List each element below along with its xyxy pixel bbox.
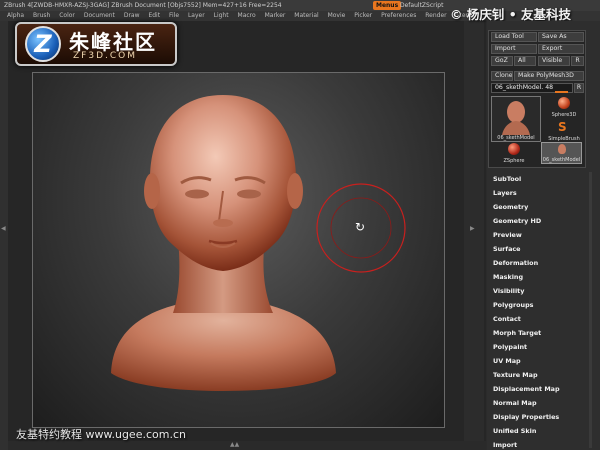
- menu-document[interactable]: Document: [84, 11, 115, 21]
- menu-normal-map[interactable]: Normal Map: [493, 396, 593, 410]
- default-script-label[interactable]: DefaultZScript: [400, 0, 443, 11]
- head-thumbnail-icon: [502, 101, 530, 135]
- sculpt-bust: [111, 303, 336, 391]
- menu-alpha[interactable]: Alpha: [7, 11, 24, 21]
- menu-material[interactable]: Material: [294, 11, 318, 21]
- menu-morph-target[interactable]: Morph Target: [493, 326, 593, 340]
- model-name-slider[interactable]: 06_skethModel. 48: [491, 83, 573, 93]
- menu-texture-map[interactable]: Texture Map: [493, 368, 593, 382]
- all-button[interactable]: All: [514, 56, 536, 66]
- menu-uv-map[interactable]: UV Map: [493, 354, 593, 368]
- menu-edit[interactable]: Edit: [148, 11, 160, 21]
- save-as-button[interactable]: Save As: [538, 32, 584, 42]
- thumb-selected-label: 06_skethModel: [542, 157, 581, 163]
- goz-button[interactable]: GoZ: [491, 56, 513, 66]
- import-button[interactable]: Import: [491, 44, 537, 54]
- menu-color[interactable]: Color: [59, 11, 75, 21]
- left-tray[interactable]: [0, 21, 8, 450]
- thumb-selected-model[interactable]: 06_skethModel: [541, 142, 582, 164]
- menu-marker[interactable]: Marker: [265, 11, 286, 21]
- menu-picker[interactable]: Picker: [354, 11, 372, 21]
- menu-preview[interactable]: Preview: [493, 228, 593, 242]
- menu-visibility[interactable]: Visibility: [493, 284, 593, 298]
- r-toggle-button[interactable]: R: [574, 83, 584, 93]
- menu-unified-skin[interactable]: Unified Skin: [493, 424, 593, 438]
- make-polymesh-button[interactable]: Make PolyMesh3D: [514, 71, 584, 81]
- model-slider-fill: [555, 91, 568, 93]
- menu-layer[interactable]: Layer: [188, 11, 205, 21]
- sculpt-eye-left: [185, 189, 209, 199]
- sculpt-ear-right: [287, 173, 303, 209]
- menu-display-properties[interactable]: Display Properties: [493, 410, 593, 424]
- menu-brush[interactable]: Brush: [33, 11, 50, 21]
- menu-render[interactable]: Render: [425, 11, 446, 21]
- thumb-main-label: 06_skethModel: [497, 135, 535, 141]
- right-tray-arrow-icon[interactable]: ▶: [470, 225, 475, 232]
- model-name-label: 06_skethModel. 48: [495, 84, 554, 91]
- logo-en-text: ZF3D.COM: [73, 51, 137, 61]
- rotate-cursor-icon: ↻: [355, 220, 366, 234]
- menu-masking[interactable]: Masking: [493, 270, 593, 284]
- site-logo: Z 朱峰社区 ZF3D.COM: [15, 22, 177, 66]
- panel-scrollbar[interactable]: [589, 172, 592, 448]
- menu-geometry-hd[interactable]: Geometry HD: [493, 214, 593, 228]
- sculpt-svg: [111, 95, 406, 391]
- thumb-simplebrush[interactable]: S SimpleBrush: [545, 120, 583, 142]
- visible-button[interactable]: Visible: [538, 56, 570, 66]
- sculpt-ear-left: [144, 173, 160, 209]
- menu-geometry[interactable]: Geometry: [493, 200, 593, 214]
- menu-movie[interactable]: Movie: [328, 11, 346, 21]
- left-tray-arrow-icon[interactable]: ◀: [1, 225, 6, 232]
- sphere-icon: [558, 97, 570, 109]
- tool-submenu-list: SubTool Layers Geometry Geometry HD Prev…: [493, 172, 593, 450]
- thumb-sphere3d-label: Sphere3D: [551, 112, 577, 118]
- sculpt-head: [149, 95, 297, 271]
- menu-draw[interactable]: Draw: [124, 11, 140, 21]
- title-text: ZBrush 4[ZWDB-HMXR-AZSJ-3GAG] ZBrush Doc…: [4, 2, 282, 9]
- load-tool-button[interactable]: Load Tool: [491, 32, 537, 42]
- zsphere-icon: [508, 143, 520, 155]
- sculpt-eye-right: [237, 189, 261, 199]
- menu-macro[interactable]: Macro: [238, 11, 256, 21]
- menu-subtool[interactable]: SubTool: [493, 172, 593, 186]
- canvas[interactable]: ↻: [32, 72, 445, 428]
- menu-layers[interactable]: Layers: [493, 186, 593, 200]
- thumb-zsphere[interactable]: ZSphere: [492, 142, 536, 164]
- thumb-sphere3d[interactable]: Sphere3D: [545, 96, 583, 118]
- menu-import[interactable]: Import: [493, 438, 593, 450]
- right-tray[interactable]: [464, 21, 484, 450]
- bottom-tray[interactable]: [8, 441, 486, 450]
- menus-button[interactable]: Menus: [373, 1, 402, 10]
- menu-polygroups[interactable]: Polygroups: [493, 298, 593, 312]
- r-button[interactable]: R: [571, 56, 584, 66]
- menu-file[interactable]: File: [169, 11, 179, 21]
- menu-deformation[interactable]: Deformation: [493, 256, 593, 270]
- thumb-main-model[interactable]: 06_skethModel: [491, 96, 541, 142]
- export-button[interactable]: Export: [538, 44, 584, 54]
- menu-surface[interactable]: Surface: [493, 242, 593, 256]
- menu-displacement-map[interactable]: Displacement Map: [493, 382, 593, 396]
- menu-contact[interactable]: Contact: [493, 312, 593, 326]
- logo-z-icon: Z: [25, 26, 61, 62]
- menu-polypaint[interactable]: Polypaint: [493, 340, 593, 354]
- simplebrush-icon: S: [558, 120, 567, 134]
- watermark-bottom: 友基特约教程 www.ugee.com.cn: [16, 428, 186, 441]
- selected-model-icon: [558, 144, 566, 154]
- thumb-zsphere-label: ZSphere: [503, 158, 525, 164]
- menu-preferences[interactable]: Preferences: [381, 11, 416, 21]
- clone-button[interactable]: Clone: [491, 71, 513, 81]
- menu-light[interactable]: Light: [214, 11, 229, 21]
- bottom-tray-arrow-icon[interactable]: ▲▲: [230, 441, 239, 448]
